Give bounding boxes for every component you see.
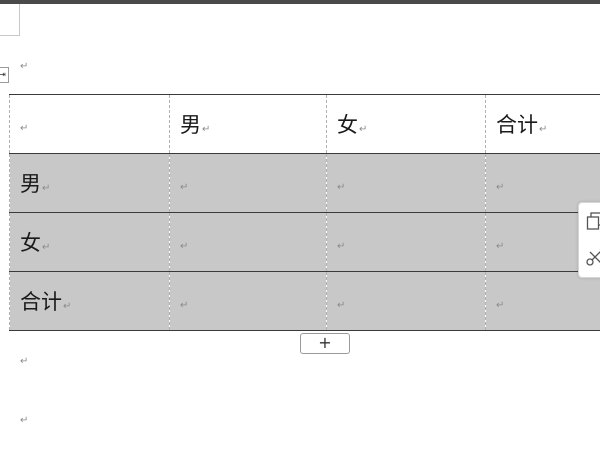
cell-end-mark: ↵ bbox=[496, 241, 505, 252]
header-cell-total: 合计↵ bbox=[496, 113, 548, 137]
table-cell[interactable]: ↵ bbox=[169, 271, 327, 331]
cell-end-mark: ↵ bbox=[337, 300, 346, 311]
header-cell-female: 女↵ bbox=[337, 113, 368, 137]
table-cell[interactable]: ↵ bbox=[169, 153, 327, 213]
table-cell[interactable]: 合计↵ bbox=[9, 271, 170, 331]
cell-end-mark: ↵ bbox=[337, 182, 346, 193]
paragraph-mark: ↵ bbox=[20, 61, 29, 72]
cell-end-mark: ↵ bbox=[180, 300, 189, 311]
table-move-icon[interactable]: ⇥ bbox=[0, 67, 9, 83]
table-cell[interactable]: 女↵ bbox=[9, 212, 170, 272]
table-cell[interactable]: 男↵ bbox=[169, 94, 327, 154]
table-cell[interactable]: ↵ bbox=[9, 94, 170, 154]
floating-table-toolbar bbox=[578, 202, 600, 278]
copy-icon[interactable] bbox=[585, 211, 600, 231]
table-cell[interactable]: ↵ bbox=[485, 271, 600, 331]
header-cell-male: 男↵ bbox=[180, 113, 211, 137]
table-cell[interactable]: 合计↵ bbox=[485, 94, 600, 154]
cell-end-mark: ↵ bbox=[20, 123, 29, 134]
row-label-male: 男↵ bbox=[20, 172, 51, 196]
table-cell[interactable]: 男↵ bbox=[9, 153, 170, 213]
word-table[interactable]: ↵ 男↵ 女↵ 合计↵ 男↵ ↵ ↵ ↵ 女↵ ↵ ↵ ↵ 合计↵ ↵ ↵ ↵ bbox=[9, 94, 600, 331]
cell-end-mark: ↵ bbox=[337, 241, 346, 252]
table-cell[interactable]: 女↵ bbox=[326, 94, 486, 154]
table-row: 女↵ ↵ ↵ ↵ bbox=[9, 212, 600, 272]
table-cell[interactable]: ↵ bbox=[169, 212, 327, 272]
cell-end-mark: ↵ bbox=[496, 182, 505, 193]
table-cell[interactable]: ↵ bbox=[326, 153, 486, 213]
add-row-button[interactable]: + bbox=[300, 333, 350, 354]
paragraph-mark: ↵ bbox=[20, 356, 29, 367]
table-row: 男↵ ↵ ↵ ↵ bbox=[9, 153, 600, 213]
cell-end-mark: ↵ bbox=[180, 182, 189, 193]
cell-end-mark: ↵ bbox=[180, 241, 189, 252]
row-label-total: 合计↵ bbox=[20, 290, 72, 314]
scissors-icon[interactable] bbox=[585, 247, 600, 267]
window-top-bar bbox=[0, 0, 600, 4]
page-corner-marker bbox=[0, 4, 20, 36]
paragraph-mark: ↵ bbox=[20, 415, 29, 426]
table-row: 合计↵ ↵ ↵ ↵ bbox=[9, 271, 600, 331]
cell-end-mark: ↵ bbox=[496, 300, 505, 311]
row-label-female: 女↵ bbox=[20, 231, 51, 255]
table-cell[interactable]: ↵ bbox=[326, 212, 486, 272]
table-cell[interactable]: ↵ bbox=[326, 271, 486, 331]
table-row: ↵ 男↵ 女↵ 合计↵ bbox=[9, 94, 600, 154]
